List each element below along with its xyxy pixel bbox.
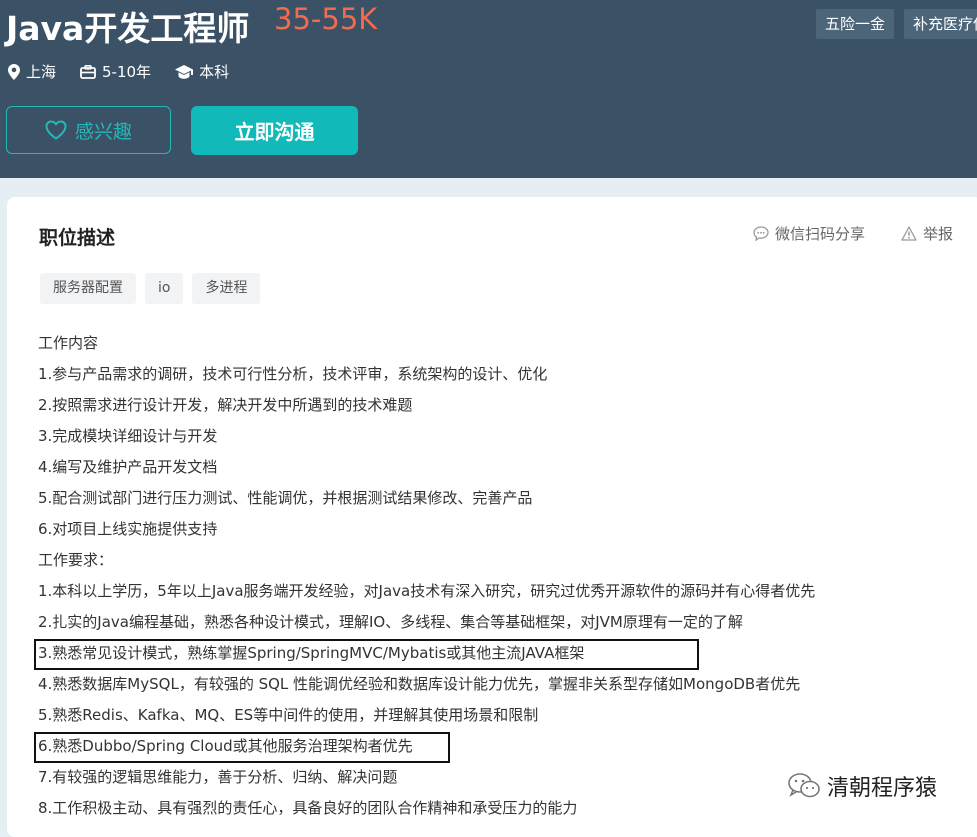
- skill-tags: 服务器配置 io 多进程: [40, 273, 269, 304]
- report-link[interactable]: 举报: [901, 223, 953, 244]
- requirement-line: 1.本科以上学历，5年以上Java服务端开发经验，对Java技术有深入研究，研究…: [38, 582, 816, 600]
- watermark: 清朝程序猿: [787, 770, 937, 802]
- experience: 5-10年: [80, 61, 151, 82]
- job-meta: 上海 5-10年 本科: [8, 61, 253, 82]
- description-line: 2.按照需求进行设计开发，解决开发中所遇到的技术难题: [38, 396, 413, 414]
- briefcase-icon: [80, 64, 96, 79]
- description-line: 5.配合测试部门进行压力测试、性能调优，并根据测试结果修改、完善产品: [38, 489, 533, 507]
- education: 本科: [175, 61, 229, 82]
- warning-icon: [901, 226, 917, 241]
- wechat-icon: [788, 773, 820, 798]
- wechat-share-link[interactable]: 微信扫码分享: [753, 223, 865, 244]
- location-pin-icon: [8, 63, 20, 80]
- description-line: 1.参与产品需求的调研，技术可行性分析，技术评审，系统架构的设计、优化: [38, 365, 548, 383]
- description-line: 6.对项目上线实施提供支持: [38, 520, 218, 538]
- watermark-text: 清朝程序猿: [827, 776, 938, 801]
- experience-text: 5-10年: [102, 63, 152, 81]
- interested-label: 感兴趣: [74, 120, 132, 143]
- highlight-box: [34, 639, 699, 670]
- requirement-line: 4.熟悉数据库MySQL，有较强的 SQL 性能调优经验和数据库设计能力优先，掌…: [38, 675, 801, 693]
- benefit-tag: 五险一金: [816, 9, 895, 39]
- benefit-tag: 补充医疗保: [904, 9, 977, 39]
- description-line: 3.完成模块详细设计与开发: [38, 427, 218, 445]
- graduation-cap-icon: [175, 64, 194, 79]
- requirement-line: 7.有较强的逻辑思维能力，善于分析、归纳、解决问题: [38, 768, 398, 786]
- heart-icon: [45, 120, 67, 140]
- chat-now-button[interactable]: 立即沟通: [191, 106, 358, 155]
- requirement-line: 2.扎实的Java编程基础，熟悉各种设计模式，理解IO、多线程、集合等基础框架，…: [38, 613, 743, 631]
- interested-button[interactable]: 感兴趣: [6, 106, 171, 154]
- job-title: Java开发工程师: [6, 9, 250, 48]
- report-label: 举报: [923, 225, 954, 243]
- section-title: 职位描述: [39, 227, 116, 249]
- highlight-box: [34, 732, 450, 763]
- share-label: 微信扫码分享: [775, 225, 866, 243]
- salary: 35-55K: [274, 2, 378, 36]
- description-line: 4.编写及维护产品开发文档: [38, 458, 218, 476]
- description-heading: 工作内容: [38, 334, 99, 352]
- requirement-line: 8.工作积极主动、具有强烈的责任心，具备良好的团队合作精神和承受压力的能力: [38, 799, 578, 817]
- skill-tag[interactable]: 服务器配置: [40, 273, 136, 304]
- chat-bubble-icon: [753, 226, 769, 241]
- job-header: Java开发工程师 35-55K 五险一金 补充医疗保 上海 5-10年 本科: [0, 0, 977, 178]
- education-text: 本科: [199, 63, 230, 81]
- location-text: 上海: [26, 63, 57, 81]
- skill-tag[interactable]: io: [145, 273, 184, 304]
- location: 上海: [8, 61, 56, 82]
- skill-tag[interactable]: 多进程: [192, 273, 261, 304]
- requirement-line: 5.熟悉Redis、Kafka、MQ、ES等中间件的使用，并理解其使用场景和限制: [38, 706, 539, 724]
- requirements-heading: 工作要求：: [38, 551, 114, 569]
